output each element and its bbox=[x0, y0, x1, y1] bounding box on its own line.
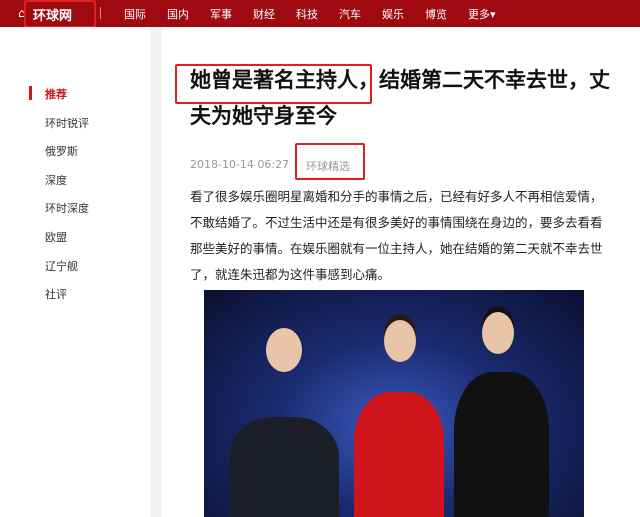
nav-menu: 国际 国内 军事 财经 科技 汽车 娱乐 博览 更多▾ bbox=[124, 6, 517, 22]
sidebar-menu: 推荐 环时锐评 俄罗斯 深度 环时深度 欧盟 辽宁舰 社评 bbox=[0, 27, 150, 517]
sidebar-item[interactable]: 深度 bbox=[45, 172, 67, 188]
nav-item[interactable]: 娱乐 bbox=[382, 6, 404, 22]
nav-item[interactable]: 博览 bbox=[425, 6, 447, 22]
nav-item[interactable]: 军事 bbox=[210, 6, 232, 22]
person-center bbox=[354, 392, 444, 517]
nav-more[interactable]: 更多▾ bbox=[468, 6, 496, 22]
divider bbox=[100, 7, 101, 19]
highlight-box-title bbox=[175, 64, 372, 104]
sidebar-item[interactable]: 俄罗斯 bbox=[45, 143, 78, 159]
nav-item[interactable]: 汽车 bbox=[339, 6, 361, 22]
person-left bbox=[229, 417, 339, 517]
top-nav-bar: ⌂ 环球网 国际 国内 军事 财经 科技 汽车 娱乐 博览 更多▾ bbox=[0, 0, 640, 27]
head-left bbox=[266, 328, 302, 372]
article-photo bbox=[204, 290, 584, 517]
sidebar-item-recommend[interactable]: 推荐 bbox=[45, 86, 67, 102]
publish-date: 2018-10-14 06:27 bbox=[190, 158, 290, 171]
highlight-box-logo bbox=[24, 0, 96, 28]
person-right bbox=[454, 372, 549, 517]
sidebar-item[interactable]: 环时深度 bbox=[45, 200, 89, 216]
nav-item[interactable]: 国内 bbox=[167, 6, 189, 22]
head-right bbox=[482, 312, 514, 354]
nav-item[interactable]: 科技 bbox=[296, 6, 318, 22]
sidebar-item[interactable]: 社评 bbox=[45, 286, 67, 302]
nav-item[interactable]: 财经 bbox=[253, 6, 275, 22]
highlight-box-source bbox=[295, 143, 365, 180]
article-body: 看了很多娱乐圈明星离婚和分手的事情之后，已经有好多人不再相信爱情，不敢结婚了。不… bbox=[190, 189, 603, 282]
nav-item[interactable]: 国际 bbox=[124, 6, 146, 22]
head-center bbox=[384, 320, 416, 362]
sidebar-item[interactable]: 辽宁舰 bbox=[45, 258, 78, 274]
sidebar-item[interactable]: 欧盟 bbox=[45, 229, 67, 245]
sidebar-item[interactable]: 环时锐评 bbox=[45, 115, 89, 131]
